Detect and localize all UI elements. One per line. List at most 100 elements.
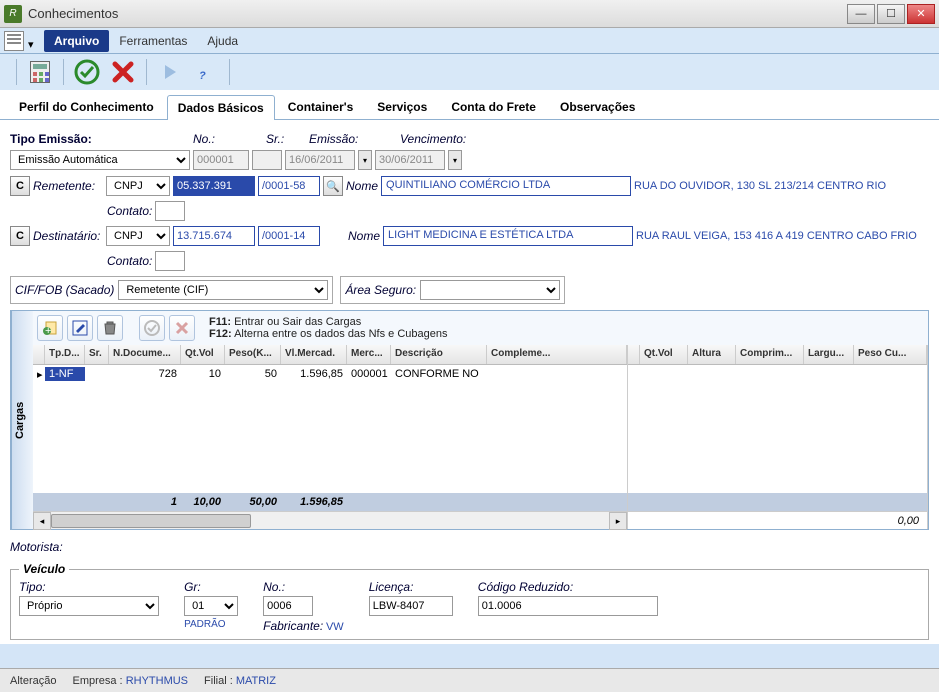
- col-r-qtvol[interactable]: Qt.Vol: [640, 345, 688, 364]
- svg-text:?: ?: [199, 70, 206, 82]
- maximize-button[interactable]: ☐: [877, 4, 905, 24]
- tab-servicos[interactable]: Serviços: [366, 94, 438, 119]
- codigo-reduzido-input[interactable]: [478, 596, 658, 616]
- vencimento-input: [375, 150, 445, 170]
- cancel-button[interactable]: [108, 57, 138, 87]
- tipo-emissao-label: Tipo Emissão:: [10, 132, 92, 146]
- remetente-nome-display: QUINTILIANO COMÉRCIO LTDA: [381, 176, 631, 196]
- col-merc[interactable]: Merc...: [347, 345, 391, 364]
- hint-f11: F11: Entrar ou Sair das Cargas: [209, 316, 448, 328]
- licenca-input[interactable]: [369, 596, 453, 616]
- cargas-cancel-button[interactable]: [169, 315, 195, 341]
- remetente-doctype-select[interactable]: CNPJ: [106, 176, 170, 196]
- destinatario-contato-input[interactable]: [155, 251, 185, 271]
- close-button[interactable]: ✕: [907, 4, 935, 24]
- destinatario-cnpj-a-input[interactable]: [173, 226, 255, 246]
- col-compl[interactable]: Compleme...: [487, 345, 627, 364]
- gr-note: PADRÃO: [184, 619, 238, 630]
- minimize-button[interactable]: —: [847, 4, 875, 24]
- remetente-cnpj-a-input[interactable]: [173, 176, 255, 196]
- calculator-icon: [30, 61, 50, 83]
- doc-drop-icon[interactable]: ▾: [28, 38, 36, 44]
- h-scrollbar-left[interactable]: ◂ ▸: [33, 511, 627, 529]
- cargas-delete-button[interactable]: [97, 315, 123, 341]
- licenca-label: Licença:: [369, 580, 453, 594]
- area-seguro-select[interactable]: [420, 280, 560, 300]
- col-peso[interactable]: Peso(K...: [225, 345, 281, 364]
- col-r-pesocu[interactable]: Peso Cu...: [854, 345, 927, 364]
- tipo-select[interactable]: Próprio: [19, 596, 159, 616]
- col-sr[interactable]: Sr.: [85, 345, 109, 364]
- doc-icon[interactable]: [4, 31, 24, 51]
- col-vlmerc[interactable]: Vl.Mercad.: [281, 345, 347, 364]
- svg-text:+: +: [45, 325, 51, 336]
- fabricante-value: VW: [326, 621, 344, 633]
- status-filial: Filial : MATRIZ: [204, 675, 276, 687]
- tab-containers[interactable]: Container's: [277, 94, 365, 119]
- col-ndoc[interactable]: N.Docume...: [109, 345, 181, 364]
- tab-observacoes[interactable]: Observações: [549, 94, 646, 119]
- question-icon: ?: [195, 59, 217, 85]
- tipo-emissao-select[interactable]: Emissão Automática: [10, 150, 190, 170]
- sr-input: [252, 150, 282, 170]
- menu-ferramentas[interactable]: Ferramentas: [109, 30, 197, 52]
- cargas-grid-left[interactable]: Tp.D... Sr. N.Docume... Qt.Vol Peso(K...…: [33, 345, 628, 529]
- veiculo-no-input[interactable]: [263, 596, 313, 616]
- fabricante-label: Fabricante:: [263, 619, 323, 633]
- tab-dados-basicos[interactable]: Dados Básicos: [167, 95, 275, 120]
- trash-icon: [102, 320, 118, 336]
- col-r-altura[interactable]: Altura: [688, 345, 736, 364]
- play-icon: [160, 62, 180, 82]
- emissao-label: Emissão:: [309, 132, 358, 146]
- cargas-edit-button[interactable]: [67, 315, 93, 341]
- col-tpd[interactable]: Tp.D...: [45, 345, 85, 364]
- calculator-button[interactable]: [25, 57, 55, 87]
- no-label: No.:: [193, 132, 215, 146]
- cargas-confirm-button[interactable]: [139, 315, 165, 341]
- cargas-add-button[interactable]: +: [37, 315, 63, 341]
- window-title: Conhecimentos: [28, 6, 845, 21]
- destinatario-contato-label: Contato:: [107, 254, 152, 268]
- remetente-cnpj-b-input[interactable]: [258, 176, 320, 196]
- sr-label: Sr.:: [266, 132, 284, 146]
- ciffob-select[interactable]: Remetente (CIF): [118, 280, 328, 300]
- right-total: 0,00: [628, 511, 927, 529]
- menu-ajuda[interactable]: Ajuda: [197, 30, 248, 52]
- col-r-largu[interactable]: Largu...: [804, 345, 854, 364]
- summary-row: 1 10,00 50,00 1.596,85: [33, 493, 627, 511]
- tab-conta-frete[interactable]: Conta do Frete: [440, 94, 547, 119]
- remetente-c-button[interactable]: C: [10, 176, 30, 196]
- veiculo-fieldset: Veículo Tipo: Próprio Gr: 01 PADRÃO No.:…: [10, 562, 929, 640]
- remetente-search-button[interactable]: 🔍: [323, 176, 343, 196]
- destinatario-c-button[interactable]: C: [10, 226, 30, 246]
- x-icon: [173, 319, 191, 337]
- vencimento-drop-icon[interactable]: ▾: [448, 150, 462, 170]
- gr-select[interactable]: 01: [184, 596, 238, 616]
- table-row[interactable]: ▸ 1-NF 728 10 50 1.596,85 000001 CONFORM…: [33, 365, 627, 383]
- cargas-grid-right[interactable]: Qt.Vol Altura Comprim... Largu... Peso C…: [628, 345, 928, 529]
- destinatario-doctype-select[interactable]: CNPJ: [106, 226, 170, 246]
- tab-perfil[interactable]: Perfil do Conhecimento: [8, 94, 165, 119]
- col-qtvol[interactable]: Qt.Vol: [181, 345, 225, 364]
- destinatario-endereco: RUA RAUL VEIGA, 153 416 A 419 CENTRO CAB…: [636, 230, 917, 242]
- emissao-input: [285, 150, 355, 170]
- vencimento-label: Vencimento:: [400, 132, 466, 146]
- tipo-label: Tipo:: [19, 580, 159, 594]
- edit-icon: [72, 320, 88, 336]
- tabs-bar: Perfil do Conhecimento Dados Básicos Con…: [0, 90, 939, 120]
- help-button[interactable]: ?: [191, 57, 221, 87]
- remetente-contato-input[interactable]: [155, 201, 185, 221]
- destinatario-cnpj-b-input[interactable]: [258, 226, 320, 246]
- col-desc[interactable]: Descrição: [391, 345, 487, 364]
- play-button[interactable]: [155, 57, 185, 87]
- confirm-button[interactable]: [72, 57, 102, 87]
- destinatario-label: Destinatário:: [33, 229, 103, 243]
- remetente-nome-label: Nome: [346, 179, 378, 193]
- no-input: [193, 150, 249, 170]
- cargas-side-tab[interactable]: Cargas: [11, 311, 33, 529]
- menu-arquivo[interactable]: Arquivo: [44, 30, 109, 52]
- codigo-reduzido-label: Código Reduzido:: [478, 580, 658, 594]
- emissao-drop-icon[interactable]: ▾: [358, 150, 372, 170]
- gr-label: Gr:: [184, 580, 238, 594]
- col-r-comprim[interactable]: Comprim...: [736, 345, 804, 364]
